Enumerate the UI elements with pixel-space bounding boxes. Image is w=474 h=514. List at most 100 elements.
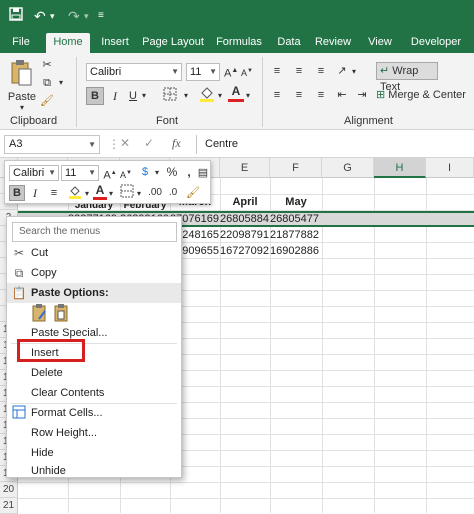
tab-developer[interactable]: Developer: [406, 33, 466, 53]
align-middle-icon[interactable]: ≡: [292, 63, 306, 79]
increase-font-icon[interactable]: A▲: [224, 63, 238, 82]
redo-icon[interactable]: ↷: [68, 6, 80, 26]
menu-item-cut[interactable]: ✂ Cut: [7, 243, 181, 263]
font-size-select[interactable]: 11 ▼: [186, 63, 220, 81]
font-color-icon[interactable]: A: [228, 84, 244, 104]
mini-borders-icon[interactable]: [119, 184, 135, 203]
search-menus-input[interactable]: Search the menus: [12, 222, 177, 242]
paste-dropdown-icon[interactable]: ▾: [16, 100, 28, 116]
font-name-select[interactable]: Calibri ▼: [86, 63, 182, 81]
number-format-dropdown-icon[interactable]: ▾: [153, 165, 161, 181]
font-color-dropdown-icon[interactable]: ▾: [107, 186, 115, 202]
menu-item-copy[interactable]: ⧉ Copy: [7, 263, 181, 283]
mini-font-color-icon[interactable]: A: [93, 183, 107, 200]
cancel-icon[interactable]: ✕: [120, 136, 130, 150]
decrease-font-icon[interactable]: A▼: [119, 165, 133, 183]
mini-bold-button[interactable]: B: [9, 185, 25, 201]
orientation-icon[interactable]: ↗: [334, 63, 350, 79]
enter-icon[interactable]: ✓: [144, 136, 154, 150]
cell-f3[interactable]: 21877882: [270, 227, 322, 243]
formula-input[interactable]: Centre: [196, 135, 470, 154]
mini-align-center-icon[interactable]: ≡: [45, 185, 63, 201]
mini-font-name-select[interactable]: Calibri ▼: [9, 165, 59, 181]
undo-icon[interactable]: ↶: [34, 6, 46, 26]
customize-toolbar-icon[interactable]: ≡: [98, 6, 104, 26]
insert-highlight-box: [17, 339, 85, 362]
tab-review[interactable]: Review: [312, 33, 354, 53]
increase-decimal-icon[interactable]: .0: [165, 185, 181, 201]
format-painter-icon[interactable]: 🖌: [40, 93, 54, 109]
copy-dropdown-icon[interactable]: ▾: [56, 75, 66, 91]
paste-icon[interactable]: [8, 59, 34, 89]
borders-icon[interactable]: [160, 86, 180, 104]
percent-button[interactable]: %: [165, 164, 179, 180]
bold-button[interactable]: B: [86, 87, 104, 105]
tab-formulas[interactable]: Formulas: [214, 33, 264, 53]
column-header-i[interactable]: I: [426, 158, 474, 178]
align-bottom-icon[interactable]: ≡: [314, 63, 328, 79]
align-top-icon[interactable]: ≡: [270, 63, 284, 79]
tab-data[interactable]: Data: [274, 33, 304, 53]
menu-item-hide[interactable]: Hide: [7, 443, 181, 463]
align-center-icon[interactable]: ≡: [292, 87, 306, 103]
cell-e1[interactable]: April: [220, 194, 270, 210]
tab-page-layout[interactable]: Page Layout: [142, 33, 204, 53]
font-color-dropdown-icon[interactable]: ▾: [244, 88, 252, 104]
save-icon[interactable]: [8, 6, 24, 27]
wrap-text-button[interactable]: ↵ Wrap Text: [376, 62, 438, 93]
cell-e3[interactable]: 22098791: [220, 227, 270, 243]
menu-item-clear-contents[interactable]: Clear Contents: [7, 383, 181, 403]
number-format-icon[interactable]: $: [137, 164, 153, 180]
cell-f4[interactable]: 16902886: [270, 243, 322, 259]
cell-e2[interactable]: 26805884: [220, 211, 270, 227]
redo-dropdown-icon[interactable]: ▾: [84, 6, 89, 26]
tab-insert[interactable]: Insert: [96, 33, 134, 53]
mini-format-painter-icon[interactable]: 🖌: [185, 185, 201, 201]
insert-function-button[interactable]: fx: [172, 136, 181, 151]
decrease-indent-icon[interactable]: ⇤: [334, 87, 350, 103]
menu-item-unhide[interactable]: Unhide: [7, 461, 181, 481]
paste-values-icon[interactable]: [53, 303, 73, 325]
align-right-icon[interactable]: ≡: [314, 87, 328, 103]
paste-option-icon[interactable]: [31, 303, 51, 325]
decrease-font-icon[interactable]: A▼: [240, 63, 254, 81]
align-left-icon[interactable]: ≡: [270, 87, 284, 103]
mini-italic-button[interactable]: I: [29, 185, 41, 201]
row-header-21[interactable]: 21: [0, 498, 18, 514]
menu-item-row-height[interactable]: Row Height...: [7, 423, 181, 443]
underline-button[interactable]: U: [126, 88, 140, 104]
borders-dropdown-icon[interactable]: ▾: [135, 186, 143, 202]
column-header-e[interactable]: E: [220, 158, 270, 178]
fill-color-dropdown-icon[interactable]: ▾: [83, 186, 91, 202]
copy-icon[interactable]: ⧉: [40, 75, 54, 91]
tab-home[interactable]: Home: [46, 33, 90, 53]
mini-fill-color-icon[interactable]: [67, 184, 83, 205]
name-box[interactable]: A3 ▼: [4, 135, 100, 154]
underline-dropdown-icon[interactable]: ▾: [140, 88, 148, 104]
undo-dropdown-icon[interactable]: ▾: [50, 6, 55, 26]
format-painter-icon[interactable]: ▤: [197, 165, 209, 181]
fill-color-icon[interactable]: [198, 85, 216, 105]
column-header-f[interactable]: F: [270, 158, 322, 178]
increase-indent-icon[interactable]: ⇥: [354, 87, 370, 103]
tab-view[interactable]: View: [364, 33, 396, 53]
column-header-h[interactable]: H: [374, 158, 426, 178]
orientation-dropdown-icon[interactable]: ▾: [350, 64, 358, 80]
italic-button[interactable]: I: [108, 88, 122, 104]
column-header-g[interactable]: G: [322, 158, 374, 178]
comma-button[interactable]: ,: [183, 164, 195, 180]
cut-icon[interactable]: ✂: [40, 57, 54, 73]
fill-color-dropdown-icon[interactable]: ▾: [216, 88, 224, 104]
cell-f2[interactable]: 26805477: [270, 211, 322, 227]
mini-font-size-select[interactable]: 11 ▼: [61, 165, 99, 181]
menu-item-delete[interactable]: Delete: [7, 363, 181, 383]
tab-file[interactable]: File: [6, 33, 36, 53]
menu-item-format-cells[interactable]: Format Cells...: [7, 403, 181, 423]
row-header-20[interactable]: 20: [0, 482, 18, 498]
borders-dropdown-icon[interactable]: ▾: [182, 88, 190, 104]
merge-center-button[interactable]: ⊞ Merge & Center: [376, 87, 472, 103]
increase-font-icon[interactable]: A▲: [103, 165, 117, 184]
cell-e4[interactable]: 16727092: [220, 243, 270, 259]
decrease-decimal-icon[interactable]: .00: [147, 185, 163, 201]
cell-f1[interactable]: May: [270, 194, 322, 210]
